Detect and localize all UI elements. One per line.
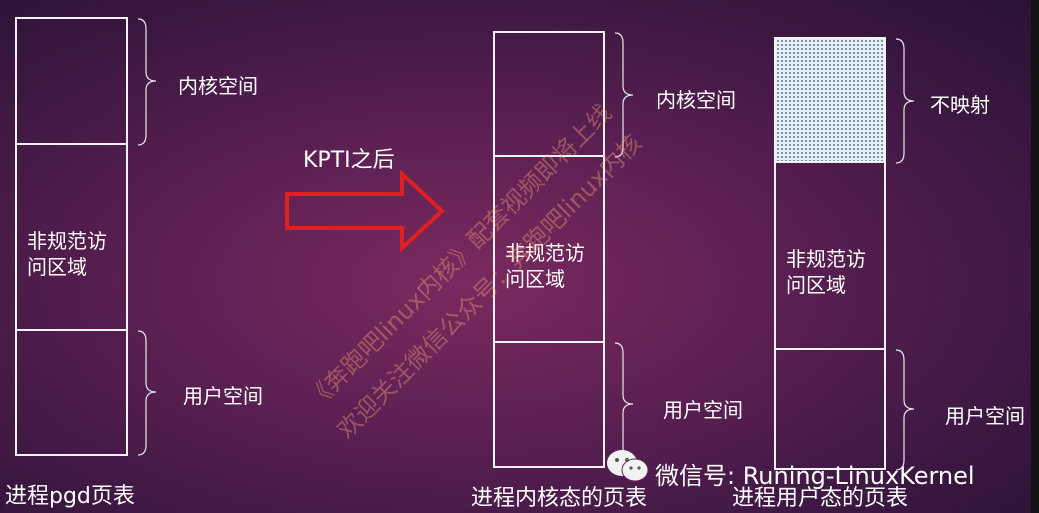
user-not-mapped-label: 不映射: [930, 93, 990, 117]
pgd-user-space-box: [15, 329, 128, 456]
user-user-space-box: [774, 348, 886, 470]
user-user-space-label: 用户空间: [945, 404, 1025, 428]
kernel-kernel-space-label: 内核空间: [656, 88, 736, 112]
pgd-user-brace: [137, 330, 157, 456]
user-not-mapped-box: [774, 37, 886, 163]
right-edge-bar: [1031, 0, 1039, 513]
pgd-caption: 进程pgd页表: [5, 484, 135, 509]
user-notmapped-brace: [895, 38, 915, 164]
user-user-brace: [895, 349, 915, 471]
pgd-noncanonical-label: 非规范访 问区域: [27, 229, 107, 279]
pgd-kernel-space-label: 内核空间: [178, 74, 258, 98]
kernel-user-space-box: [493, 341, 605, 468]
user-noncanonical-label: 非规范访 问区域: [786, 247, 866, 297]
wechat-icon: [607, 450, 649, 482]
pgd-user-space-label: 用户空间: [183, 384, 263, 408]
wechat-id-text: 微信号: Runing-LinuxKernel: [655, 462, 975, 490]
pgd-kernel-brace: [137, 18, 157, 146]
pgd-kernel-space-box: [15, 17, 128, 145]
kernel-user-space-label: 用户空间: [663, 398, 743, 422]
right-arrow-icon: [285, 170, 445, 252]
